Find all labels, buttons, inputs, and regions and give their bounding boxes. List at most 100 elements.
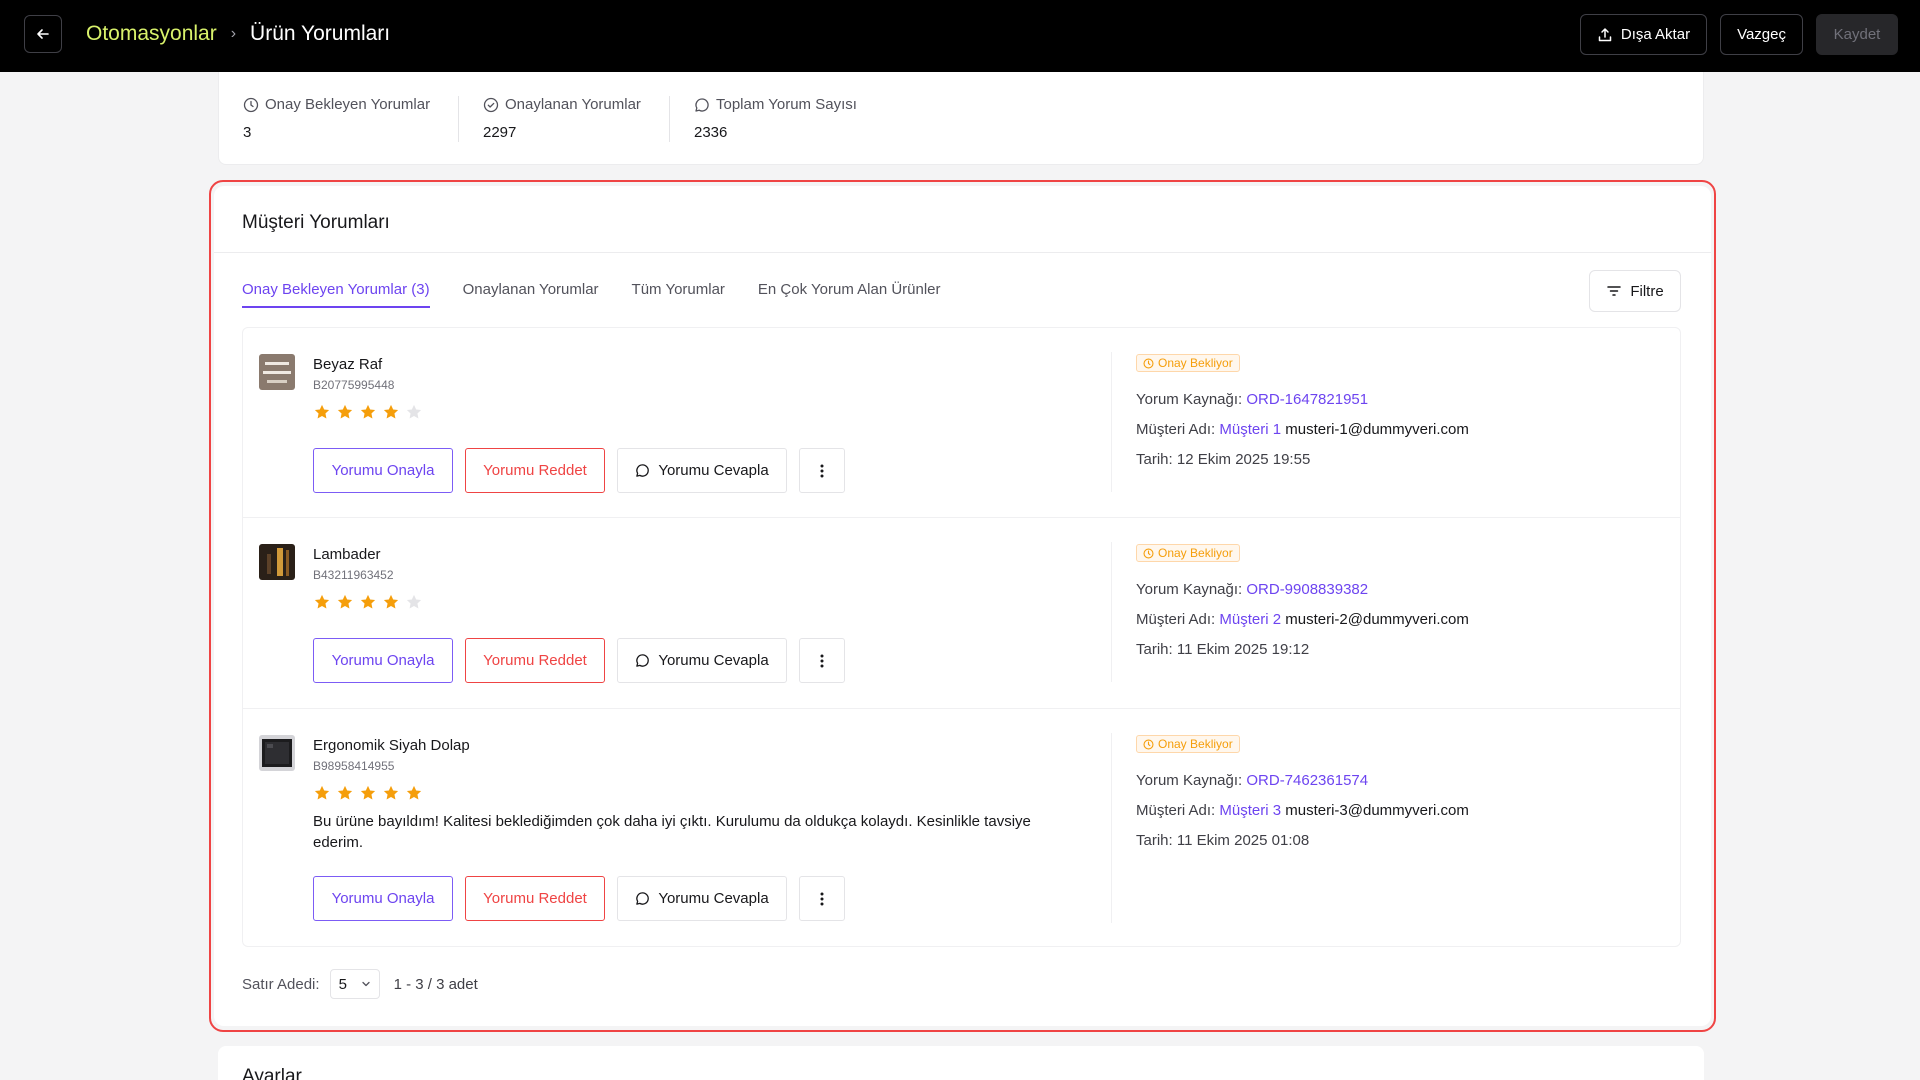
save-button[interactable]: Kaydet <box>1816 14 1898 55</box>
star-filled-icon <box>360 594 376 609</box>
star-filled-icon <box>360 785 376 800</box>
filter-button[interactable]: Filtre <box>1589 270 1681 312</box>
stat-approved: Onaylanan Yorumlar 2297 <box>483 96 641 141</box>
divider <box>1111 733 1112 923</box>
reject-button[interactable]: Yorumu Reddet <box>465 638 605 683</box>
reply-button-label: Yorumu Cevapla <box>658 890 769 907</box>
reply-button[interactable]: Yorumu Cevapla <box>617 876 787 921</box>
status-badge: Onay Bekliyor <box>1136 735 1240 753</box>
reject-button[interactable]: Yorumu Reddet <box>465 876 605 921</box>
breadcrumb: Otomasyonlar › Ürün Yorumları <box>86 22 390 46</box>
tab-top-products[interactable]: En Çok Yorum Alan Ürünler <box>758 281 941 308</box>
status-label: Onay Bekliyor <box>1158 737 1233 751</box>
breadcrumb-parent-link[interactable]: Otomasyonlar <box>86 22 217 46</box>
more-options-button[interactable] <box>799 448 845 493</box>
product-sku: B20775995448 <box>313 378 395 392</box>
more-vertical-icon <box>820 464 824 477</box>
status-badge: Onay Bekliyor <box>1136 544 1240 562</box>
review-row: Beyaz Raf B20775995448 Yorumu Onayla Yor… <box>243 328 1680 518</box>
star-filled-icon <box>337 785 353 800</box>
upload-icon <box>1598 27 1612 41</box>
stat-label: Onay Bekleyen Yorumlar <box>265 96 431 113</box>
status-label: Onay Bekliyor <box>1158 356 1233 370</box>
customer-email: musteri-1@dummyveri.com <box>1285 421 1469 438</box>
customer-info: Müşteri Adı: Müşteri 3 musteri-3@dummyve… <box>1136 802 1469 819</box>
stat-value: 2297 <box>483 124 517 141</box>
more-options-button[interactable] <box>799 876 845 921</box>
tab-pending[interactable]: Onay Bekleyen Yorumlar (3) <box>242 281 430 308</box>
order-link[interactable]: ORD-7462361574 <box>1246 772 1368 789</box>
more-options-button[interactable] <box>799 638 845 683</box>
reply-button[interactable]: Yorumu Cevapla <box>617 448 787 493</box>
rating-stars <box>313 403 423 421</box>
chevron-down-icon <box>361 981 370 987</box>
product-name: Lambader <box>313 546 381 563</box>
divider <box>214 252 1711 253</box>
customer-link[interactable]: Müşteri 1 <box>1219 421 1281 438</box>
rows-per-page-label: Satır Adedi: <box>242 975 320 993</box>
divider <box>669 96 670 142</box>
reply-button-label: Yorumu Cevapla <box>658 462 769 479</box>
review-row: Lambader B43211963452 Yorumu Onayla Yoru… <box>243 518 1680 709</box>
star-filled-icon <box>360 404 376 419</box>
customer-label: Müşteri Adı: <box>1136 802 1216 819</box>
customer-label: Müşteri Adı: <box>1136 421 1216 438</box>
filter-button-label: Filtre <box>1630 282 1664 300</box>
approve-button[interactable]: Yorumu Onayla <box>313 448 453 493</box>
customer-link[interactable]: Müşteri 3 <box>1219 802 1281 819</box>
clock-icon <box>243 97 259 112</box>
review-list: Beyaz Raf B20775995448 Yorumu Onayla Yor… <box>242 327 1681 947</box>
source-label: Yorum Kaynağı: <box>1136 772 1243 789</box>
rating-stars <box>313 784 423 802</box>
clock-icon <box>1143 738 1154 750</box>
date-label: Tarih: <box>1136 832 1173 849</box>
chevron-right-icon: › <box>230 25 237 42</box>
product-sku: B98958414955 <box>313 759 395 773</box>
product-name: Ergonomik Siyah Dolap <box>313 737 470 754</box>
review-date: Tarih: 11 Ekim 2025 19:12 <box>1136 641 1309 658</box>
clock-icon <box>1143 547 1154 559</box>
check-circle-icon <box>483 97 499 112</box>
customer-link[interactable]: Müşteri 2 <box>1219 611 1281 628</box>
star-filled-icon <box>314 404 330 419</box>
product-thumbnail <box>259 354 295 390</box>
star-empty-icon <box>406 594 422 609</box>
rows-per-page-value: 5 <box>338 975 347 993</box>
tab-approved[interactable]: Onaylanan Yorumlar <box>463 281 599 308</box>
back-button[interactable] <box>24 15 62 53</box>
order-link[interactable]: ORD-9908839382 <box>1246 581 1368 598</box>
arrow-left-icon <box>37 29 49 39</box>
star-filled-icon <box>383 594 399 609</box>
reply-button-label: Yorumu Cevapla <box>658 652 769 669</box>
tab-bar: Onay Bekleyen Yorumlar (3) Onaylanan Yor… <box>242 281 941 308</box>
divider <box>1111 542 1112 682</box>
order-link[interactable]: ORD-1647821951 <box>1246 391 1368 408</box>
stats-card: Onay Bekleyen Yorumlar 3 Onaylanan Yorum… <box>218 72 1704 165</box>
chat-icon <box>636 654 650 667</box>
product-sku: B43211963452 <box>313 568 394 582</box>
divider <box>458 96 459 142</box>
card-title: Müşteri Yorumları <box>242 212 390 233</box>
date-label: Tarih: <box>1136 641 1173 658</box>
customer-label: Müşteri Adı: <box>1136 611 1216 628</box>
approve-button[interactable]: Yorumu Onayla <box>313 876 453 921</box>
stat-total: Toplam Yorum Sayısı 2336 <box>694 96 857 141</box>
approve-button[interactable]: Yorumu Onayla <box>313 638 453 683</box>
reviews-card: Müşteri Yorumları Onay Bekleyen Yorumlar… <box>214 186 1711 1026</box>
source-label: Yorum Kaynağı: <box>1136 391 1243 408</box>
more-vertical-icon <box>820 654 824 667</box>
date-value: 11 Ekim 2025 01:08 <box>1176 832 1310 849</box>
customer-info: Müşteri Adı: Müşteri 2 musteri-2@dummyve… <box>1136 611 1469 628</box>
rows-per-page-select[interactable]: 5 <box>329 969 380 999</box>
tab-all[interactable]: Tüm Yorumlar <box>632 281 725 308</box>
export-button[interactable]: Dışa Aktar <box>1579 14 1708 55</box>
review-comment: Bu ürüne bayıldım! Kalitesi beklediğimde… <box>313 813 1031 851</box>
settings-title: Ayarlar <box>242 1066 302 1080</box>
status-label: Onay Bekliyor <box>1158 546 1233 560</box>
cancel-button[interactable]: Vazgeç <box>1720 14 1803 55</box>
stat-label: Onaylanan Yorumlar <box>505 96 641 113</box>
reply-button[interactable]: Yorumu Cevapla <box>617 638 787 683</box>
chat-icon <box>695 97 709 112</box>
reject-button[interactable]: Yorumu Reddet <box>465 448 605 493</box>
review-source: Yorum Kaynağı: ORD-7462361574 <box>1136 772 1368 789</box>
